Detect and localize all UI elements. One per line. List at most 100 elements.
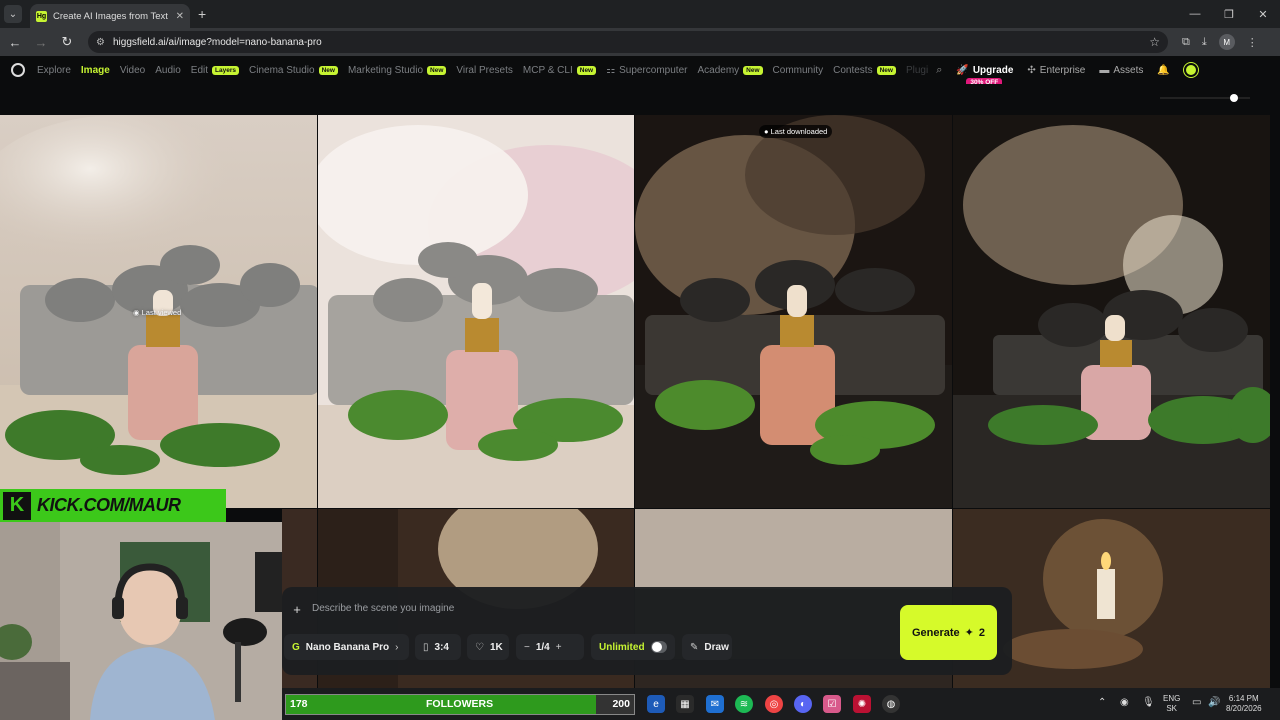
enterprise-icon: ✣ [1027, 64, 1036, 76]
nav-contests[interactable]: Contests New [833, 65, 896, 76]
tray-chevron-icon[interactable]: ⌃ [1098, 698, 1106, 708]
unlimited-toggle[interactable]: Unlimited [591, 634, 675, 660]
nav-viral-presets[interactable]: Viral Presets [456, 65, 513, 76]
edge-icon[interactable]: e [647, 695, 665, 713]
grid-toolbar [0, 84, 1280, 114]
search-icon[interactable]: ⌕ [936, 64, 942, 77]
heart-icon: ♡ [475, 641, 484, 653]
back-icon[interactable]: ← [4, 31, 26, 53]
app-icon[interactable]: ☑ [823, 695, 841, 713]
volume-icon[interactable]: 🔊 [1208, 698, 1220, 708]
last-downloaded-badge: ● Last downloaded [759, 125, 833, 138]
new-badge: New [743, 65, 763, 75]
profile-avatar[interactable]: M [1218, 34, 1235, 50]
generate-cost: 2 [978, 626, 986, 639]
supercomputer-icon: ⚏ [606, 64, 616, 76]
browser-address-bar: ← → ↻ ⚙ higgsfield.ai/ai/image?model=nan… [0, 28, 1280, 56]
batch-stepper[interactable]: − 1/4 + [516, 634, 584, 660]
reload-icon[interactable]: ↻ [56, 31, 78, 53]
nav-label: Academy [697, 64, 740, 76]
plus-icon[interactable]: + [556, 642, 562, 653]
generated-image[interactable] [953, 115, 1270, 508]
image-sauna-oil-3 [635, 115, 952, 508]
davinci-icon[interactable]: ✺ [853, 695, 871, 713]
nav-marketing-studio[interactable]: Marketing Studio New [347, 64, 447, 76]
store-icon[interactable]: ▦ [676, 695, 694, 713]
enterprise-label: Enterprise [1039, 64, 1086, 76]
aspect-ratio-selector[interactable]: ▯ 3:4 [415, 634, 461, 660]
nav-audio[interactable]: Audio [155, 65, 181, 76]
nav-academy[interactable]: Academy New [697, 64, 763, 76]
add-reference-icon[interactable]: + [290, 602, 304, 617]
region-label: SK [1166, 704, 1177, 713]
nav-mcp-cli[interactable]: MCP & CLI New [523, 65, 597, 76]
bookmark-star-icon[interactable]: ☆ [1149, 35, 1160, 49]
draw-button[interactable]: ✎ Draw [682, 634, 732, 660]
generated-image[interactable] [318, 115, 634, 508]
image-sauna-oil-4 [953, 115, 1270, 508]
site-navigation: Explore Image Video Audio Edit Layers Cin… [0, 56, 1280, 87]
generated-image[interactable]: ◉ Last viewed [0, 115, 317, 508]
nav-edit[interactable]: Edit Layers [191, 65, 239, 76]
quality-selector[interactable]: ♡ 1K [467, 634, 509, 660]
download-icon[interactable]: ⤓ [1202, 36, 1207, 49]
generated-image[interactable]: ● Last downloaded [635, 115, 952, 508]
extensions-icon[interactable]: ⧉ [1182, 36, 1190, 49]
url-field[interactable]: ⚙ higgsfield.ai/ai/image?model=nano-bana… [88, 31, 1168, 53]
enterprise-link[interactable]: ✣ Enterprise [1027, 65, 1085, 76]
chevron-right-icon: › [395, 641, 399, 653]
tab-search-icon[interactable]: ⌄ [4, 5, 22, 23]
new-tab-icon[interactable]: + [198, 6, 206, 22]
upgrade-label: Upgrade [972, 64, 1014, 76]
nav-image[interactable]: Image [81, 65, 110, 76]
tab-favicon: Hg [36, 10, 47, 22]
assets-link[interactable]: ▬ Assets [1099, 65, 1143, 76]
toggle-switch[interactable] [650, 641, 667, 653]
nav-label: Image [80, 64, 110, 76]
zoom-slider-handle[interactable] [1230, 94, 1238, 102]
bell-icon[interactable]: 🔔 [1157, 65, 1169, 76]
close-icon[interactable]: ✕ [176, 11, 184, 22]
nav-video[interactable]: Video [120, 65, 145, 76]
model-selector[interactable]: G Nano Banana Pro › [284, 634, 409, 660]
date-label: 8/20/2026 [1226, 704, 1262, 713]
minus-icon[interactable]: − [524, 642, 530, 653]
chrome-icon[interactable]: ◎ [765, 695, 783, 713]
nav-label: Marketing Studio [347, 64, 424, 76]
window-close-icon[interactable]: ✕ [1246, 0, 1280, 28]
microphone-icon[interactable]: 🎙 [1142, 698, 1155, 708]
nav-community[interactable]: Community [773, 65, 824, 76]
last-viewed-label: Last viewed [141, 308, 182, 317]
network-icon[interactable]: ▭ [1192, 698, 1201, 708]
higgsfield-logo-icon[interactable] [11, 63, 25, 77]
aspect-label: 3:4 [434, 641, 449, 653]
tray-app-icon[interactable]: ◉ [1120, 698, 1129, 708]
mail-icon[interactable]: ✉ [706, 695, 724, 713]
restore-icon[interactable]: ❐ [1212, 0, 1246, 28]
generate-button[interactable]: Generate ✦ 2 [900, 605, 997, 660]
nav-plugins[interactable]: Plugi [906, 65, 928, 76]
obs-icon[interactable]: ◍ [882, 695, 900, 713]
prompt-input[interactable]: Describe the scene you imagine [312, 603, 454, 614]
nav-label: Explore [37, 64, 71, 76]
nav-supercomputer[interactable]: ⚏ Supercomputer [606, 65, 687, 76]
nav-explore[interactable]: Explore [37, 65, 71, 76]
browser-tab[interactable]: Hg Create AI Images from Text & P ✕ [30, 4, 190, 28]
folder-icon: ▬ [1099, 64, 1110, 76]
google-model-icon: G [292, 641, 300, 653]
eye-icon: ◉ [133, 308, 142, 317]
nav-label: Contests [833, 64, 873, 76]
forward-icon[interactable]: → [30, 31, 52, 53]
spotify-icon[interactable]: ≋ [735, 695, 753, 713]
minimize-icon[interactable]: — [1178, 0, 1212, 28]
last-downloaded-label: Last downloaded [770, 127, 828, 136]
browser-menu-icon[interactable]: ⋮ [1247, 36, 1258, 49]
language-indicator[interactable]: ENG SK [1163, 694, 1180, 714]
site-info-icon[interactable]: ⚙ [96, 37, 105, 48]
discord-icon[interactable]: ◐ [794, 695, 812, 713]
nav-cinema-studio[interactable]: Cinema Studio New [249, 65, 338, 76]
nav-label: Video [119, 64, 146, 76]
upgrade-button[interactable]: 🚀 Upgrade 30% OFF [956, 64, 1014, 87]
user-avatar[interactable] [1182, 62, 1199, 78]
clock[interactable]: 6:14 PM 8/20/2026 [1226, 694, 1262, 714]
